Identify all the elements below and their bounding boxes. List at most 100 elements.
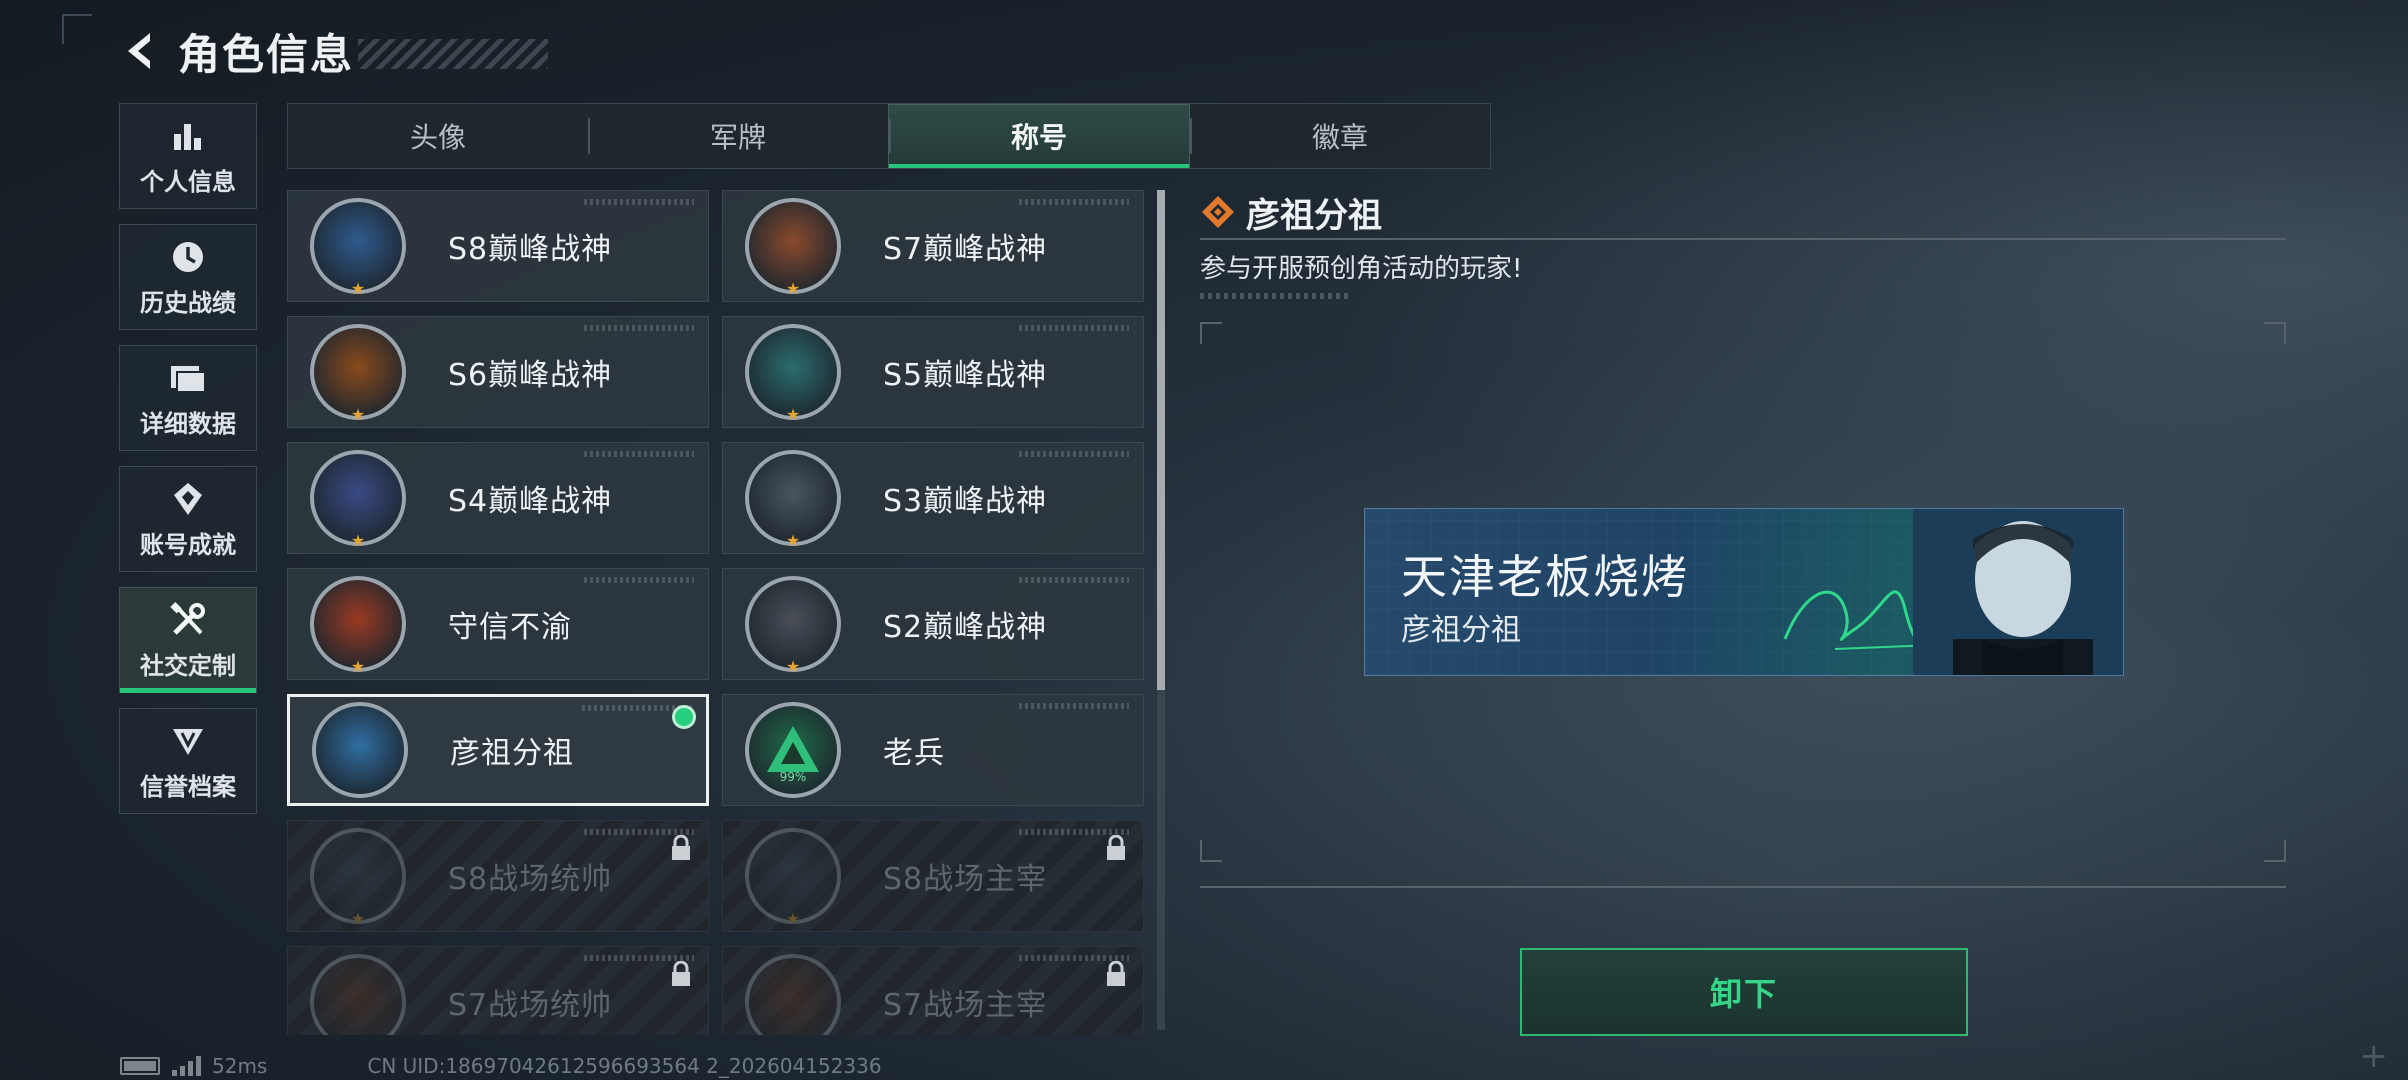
- detail-title: 彦祖分祖: [1246, 195, 1382, 236]
- title-card-label: S3巅峰战神: [883, 484, 1048, 519]
- tab-avatar[interactable]: 头像: [288, 104, 588, 168]
- title-card-label: 守信不渝: [448, 610, 572, 645]
- title-card-label: 老兵: [883, 736, 945, 771]
- nav-label: 详细数据: [140, 409, 236, 438]
- title-card[interactable]: ★ S5巅峰战神: [722, 316, 1144, 428]
- star-icon: ★: [350, 909, 366, 928]
- title-grid: ★ S8巅峰战神 ★ S7巅峰战神 ★ S6巅峰战神 ★ S5巅峰战神 ★ S4巅峰战神 ★ S3巅峰…: [287, 190, 1144, 1035]
- star-icon: ★: [785, 531, 801, 550]
- title-card[interactable]: ★ S6巅峰战神: [287, 316, 709, 428]
- emblem-ring: [745, 954, 841, 1035]
- building-emblem: ★: [745, 828, 841, 928]
- page-title: 角色信息: [178, 29, 355, 79]
- star-icon: ★: [350, 405, 366, 424]
- divider: [1200, 238, 2286, 240]
- title-card[interactable]: ★ S8战场统帅: [287, 820, 709, 932]
- title-card[interactable]: ★ S8战场主宰: [722, 820, 1144, 932]
- nav-label: 个人信息: [140, 167, 236, 196]
- title-card-label: S4巅峰战神: [448, 484, 613, 519]
- nav-label: 账号成就: [140, 530, 236, 559]
- nav-item-social-custom[interactable]: 社交定制: [119, 587, 257, 693]
- back-button[interactable]: [118, 26, 162, 76]
- back-arrow-icon: [128, 33, 150, 69]
- equipped-indicator: [672, 705, 696, 729]
- scales-emblem: ★: [310, 576, 406, 676]
- bar-chart-icon: [168, 116, 208, 156]
- title-decoration: [358, 39, 549, 69]
- title-card-label: S8战场统帅: [448, 862, 613, 897]
- title-card-label: S6巅峰战神: [448, 358, 613, 393]
- star-icon: ★: [785, 279, 801, 298]
- tank-emblem: ★: [310, 828, 406, 928]
- title-card[interactable]: ★ 守信不渝: [287, 568, 709, 680]
- unequip-button[interactable]: 卸下: [1520, 948, 1968, 1036]
- title-card-label: S7战场主宰: [883, 988, 1048, 1023]
- frame-corner: [1200, 840, 1222, 862]
- nameplate-title: 彦祖分祖: [1401, 613, 1521, 648]
- corner-bracket: [62, 14, 92, 44]
- clock-icon: [168, 237, 208, 277]
- lock-icon: [1105, 960, 1127, 991]
- detail-header: 彦祖分祖: [1200, 188, 2290, 236]
- title-list-scrollbar[interactable]: [1157, 190, 1165, 1030]
- title-card-label: S7巅峰战神: [883, 232, 1048, 267]
- decorative-ticks: [1200, 293, 1350, 299]
- divider: [1200, 886, 2286, 888]
- face-emblem: ★: [745, 954, 841, 1035]
- portrait-emblem: [312, 702, 408, 798]
- status-bar: 52ms CN UID:18697042612596693564 2_20260…: [120, 1052, 882, 1080]
- corner-cross-icon: +: [2359, 1036, 2389, 1076]
- title-card-label: S7战场统帅: [448, 988, 613, 1023]
- diamond-icon: [1202, 196, 1234, 228]
- detail-panel: 彦祖分祖 参与开服预创角活动的玩家!: [1200, 188, 2290, 299]
- hex-stripes-emblem: ★: [310, 198, 406, 298]
- nav-label: 信誉档案: [140, 772, 236, 801]
- frame-corner: [2264, 840, 2286, 862]
- title-card-label: 彦祖分祖: [450, 736, 574, 771]
- nameplate-player-name: 天津老板烧烤: [1401, 550, 1689, 604]
- title-card[interactable]: 彦祖分祖: [287, 694, 709, 806]
- tab-bar: 头像 军牌 称号 徽章: [287, 103, 1491, 169]
- diver-skull-emblem: ★: [745, 324, 841, 424]
- ping-value: 52ms: [212, 1054, 268, 1078]
- portrait-image: [1913, 509, 2123, 675]
- title-card[interactable]: 99% 老兵: [722, 694, 1144, 806]
- globe-emblem: ★: [745, 450, 841, 550]
- star-icon: ★: [785, 909, 801, 928]
- title-card[interactable]: ★ S8巅峰战神: [287, 190, 709, 302]
- nav-item-history[interactable]: 历史战绩: [119, 224, 257, 330]
- helmet-emblem: ★: [310, 450, 406, 550]
- signal-icon: [172, 1056, 204, 1076]
- star-icon: ★: [785, 657, 801, 676]
- achievement-icon: [168, 479, 208, 519]
- lock-icon: [670, 834, 692, 865]
- title-card-label: S8战场主宰: [883, 862, 1048, 897]
- title-card[interactable]: ★ S7战场主宰: [722, 946, 1144, 1035]
- title-card-label: S5巅峰战神: [883, 358, 1048, 393]
- star-icon: ★: [350, 657, 366, 676]
- nav-item-detailed-data[interactable]: 详细数据: [119, 345, 257, 451]
- nav-item-personal-info[interactable]: 个人信息: [119, 103, 257, 209]
- title-card[interactable]: ★ S7战场统帅: [287, 946, 709, 1035]
- title-nameplate-preview: 天津老板烧烤 彦祖分祖: [1364, 508, 2124, 676]
- nav-item-achievements[interactable]: 账号成就: [119, 466, 257, 572]
- detail-description: 参与开服预创角活动的玩家!: [1200, 254, 1523, 284]
- tab-title[interactable]: 称号: [888, 104, 1190, 168]
- star-icon: ★: [350, 279, 366, 298]
- title-card[interactable]: ★ S4巅峰战神: [287, 442, 709, 554]
- nav-item-reputation[interactable]: 信誉档案: [119, 708, 257, 814]
- folder-icon: [168, 358, 208, 398]
- frame-corner: [1200, 322, 1222, 344]
- title-card[interactable]: ★ S2巅峰战神: [722, 568, 1144, 680]
- tab-badge[interactable]: 徽章: [1190, 104, 1490, 168]
- tools-icon: [168, 600, 208, 640]
- tab-dog-tag[interactable]: 军牌: [588, 104, 888, 168]
- nav-label: 社交定制: [140, 651, 236, 680]
- title-card[interactable]: ★ S3巅峰战神: [722, 442, 1144, 554]
- vehicle-emblem: ★: [310, 954, 406, 1035]
- scrollbar-thumb[interactable]: [1157, 190, 1165, 690]
- title-grid-inner: ★ S8巅峰战神 ★ S7巅峰战神 ★ S6巅峰战神 ★ S5巅峰战神 ★ S4巅峰战神 ★ S3巅峰…: [287, 190, 1144, 1035]
- title-card[interactable]: ★ S7巅峰战神: [722, 190, 1144, 302]
- page-header: 角色信息: [118, 20, 549, 82]
- emblem-ring: [310, 954, 406, 1035]
